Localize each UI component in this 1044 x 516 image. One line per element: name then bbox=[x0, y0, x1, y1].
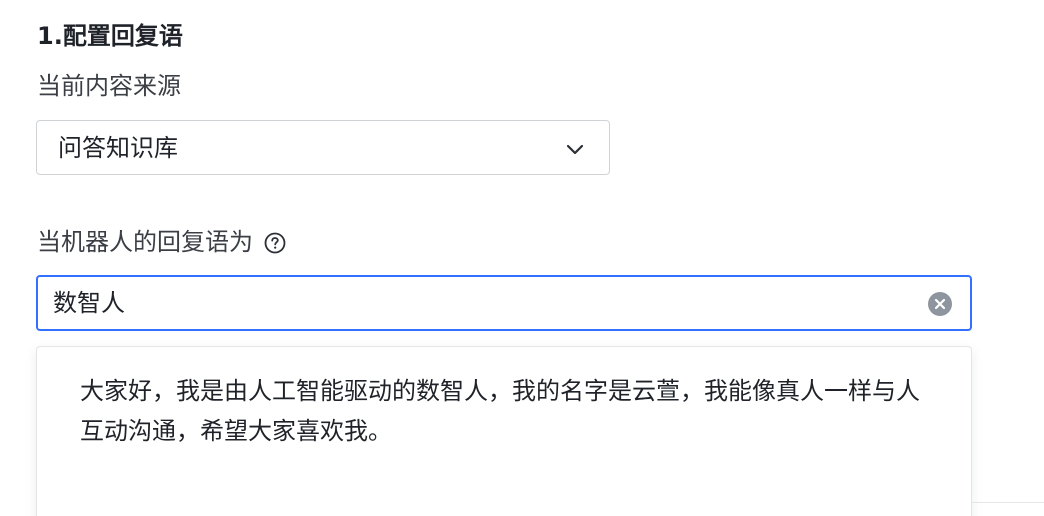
reply-field-label: 当机器人的回复语为 bbox=[37, 228, 253, 256]
question-circle-icon[interactable] bbox=[264, 232, 286, 254]
divider bbox=[972, 502, 1044, 503]
suggestion-dropdown: 大家好，我是由人工智能驱动的数智人，我的名字是云萱，我能像真人一样与人互动沟通，… bbox=[36, 346, 972, 516]
content-source-label: 当前内容来源 bbox=[37, 72, 181, 100]
reply-text-input[interactable]: 数智人 bbox=[36, 275, 972, 331]
clear-icon[interactable] bbox=[928, 292, 952, 316]
reply-config-panel: 1.配置回复语 当前内容来源 问答知识库 当机器人的回复语为 数智人 大家好，我… bbox=[0, 0, 1044, 516]
content-source-value: 问答知识库 bbox=[58, 133, 178, 162]
reply-input-value: 数智人 bbox=[53, 289, 125, 317]
chevron-down-icon bbox=[565, 139, 585, 159]
content-source-select[interactable]: 问答知识库 bbox=[36, 120, 610, 175]
suggestion-item[interactable]: 大家好，我是由人工智能驱动的数智人，我的名字是云萱，我能像真人一样与人互动沟通，… bbox=[80, 371, 930, 451]
section-title: 1.配置回复语 bbox=[37, 22, 183, 50]
reply-field-label-row: 当机器人的回复语为 bbox=[37, 226, 286, 258]
